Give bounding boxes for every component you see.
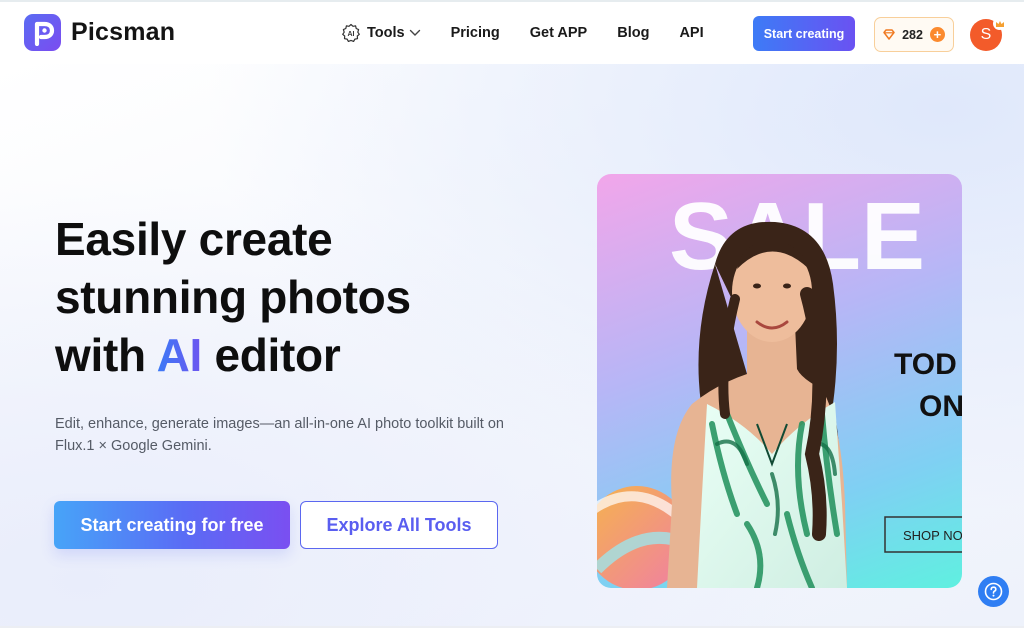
nav-api[interactable]: API <box>679 25 703 41</box>
hero-title-line-3: with AI editor <box>55 326 555 384</box>
explore-all-tools-button[interactable]: Explore All Tools <box>300 501 498 549</box>
main-nav: AI Tools Pricing Get APP Blog API <box>341 23 704 43</box>
site-header: Picsman AI Tools Pricing Get APP Blog AP… <box>0 2 1024 64</box>
nav-get-app[interactable]: Get APP <box>530 25 587 41</box>
credits-badge[interactable]: 282 + <box>874 17 954 52</box>
question-icon <box>984 582 1003 601</box>
help-button[interactable] <box>978 576 1009 607</box>
hero-title-prefix: with <box>55 329 157 381</box>
nav-tools[interactable]: AI Tools <box>341 23 421 43</box>
hero-title: Easily create stunning photos with AI ed… <box>55 210 555 384</box>
nav-tools-label: Tools <box>367 25 405 41</box>
nav-pricing[interactable]: Pricing <box>451 25 500 41</box>
credits-count: 282 <box>902 27 923 42</box>
svg-text:AI: AI <box>348 31 355 38</box>
hero-title-line-1: Easily create <box>55 213 333 265</box>
svg-text:TOD: TOD <box>894 348 957 381</box>
nav-blog[interactable]: Blog <box>617 25 649 41</box>
chevron-down-icon <box>409 29 421 37</box>
svg-text:SHOP NO: SHOP NO <box>903 528 962 543</box>
svg-text:ON: ON <box>919 390 962 423</box>
crown-icon <box>993 17 1006 30</box>
hero-section: Easily create stunning photos with AI ed… <box>0 64 1024 626</box>
add-credits-icon[interactable]: + <box>929 27 945 42</box>
promo-image: SALE TOD ON SHOP NO <box>597 174 962 588</box>
picsman-logo-icon <box>24 14 61 51</box>
brand-name: Picsman <box>71 18 176 46</box>
start-creating-button[interactable]: Start creating <box>753 16 855 51</box>
ai-chip-icon: AI <box>341 23 361 43</box>
logo[interactable]: Picsman <box>24 14 175 51</box>
hero-title-highlight: AI <box>156 329 203 381</box>
hero-subtitle: Edit, enhance, generate images—an all-in… <box>55 416 504 454</box>
hero-title-suffix: editor <box>201 329 341 381</box>
start-creating-free-button[interactable]: Start creating for free <box>54 501 290 549</box>
hero-title-line-2: stunning photos <box>55 271 411 323</box>
diamond-icon <box>883 29 895 40</box>
